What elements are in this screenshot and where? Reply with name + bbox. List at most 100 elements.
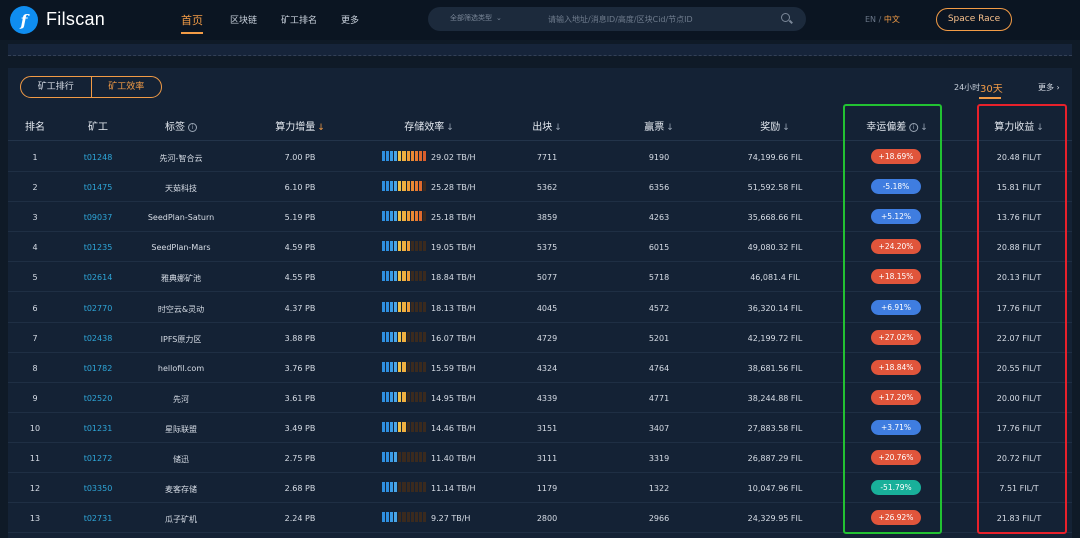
- col-storage-efficiency[interactable]: 存储效率 ↓: [404, 118, 454, 133]
- tab-miner-ranking[interactable]: 矿工排行: [21, 77, 91, 97]
- nav-home[interactable]: 首页: [181, 12, 203, 28]
- tag-cell: 星际联盟: [165, 424, 197, 434]
- table-row[interactable]: 7 t02438 IPFS原力区 3.88 PB 16.07 TB/H 4729…: [8, 323, 1072, 353]
- miner-id-link[interactable]: t02770: [84, 304, 113, 313]
- miner-id-link[interactable]: t02520: [84, 394, 113, 403]
- table-row[interactable]: 12 t03350 麦客存储 2.68 PB 11.14 TB/H 1179 1…: [8, 473, 1072, 504]
- col-blocks[interactable]: 出块 ↓: [532, 118, 562, 133]
- power-yield-cell: 20.72 FIL/T: [996, 454, 1042, 463]
- efficiency-bar-segment: [394, 181, 398, 192]
- period-24h[interactable]: 24小时: [954, 82, 980, 93]
- table-row[interactable]: 11 t01272 储迅 2.75 PB 11.40 TB/H 3111 331…: [8, 443, 1072, 473]
- miner-id-link[interactable]: t01231: [84, 424, 113, 433]
- search-input[interactable]: [548, 10, 768, 28]
- efficiency-bar: [382, 271, 427, 282]
- col-yield-label: 算力收益: [994, 122, 1035, 133]
- lang-zh[interactable]: 中文: [884, 15, 900, 24]
- blocks-cell: 4324: [536, 363, 558, 373]
- col-power-yield[interactable]: 算力收益 ↓: [994, 118, 1044, 133]
- table-row[interactable]: 1 t01248 先河-智合云 7.00 PB 29.02 TB/H 7711 …: [8, 142, 1072, 172]
- miner-id-link[interactable]: t02614: [84, 273, 113, 282]
- space-race-button[interactable]: Space Race: [936, 8, 1012, 31]
- table-row[interactable]: 13 t02731 瓜子矿机 2.24 PB 9.27 TB/H 2800 29…: [8, 503, 1072, 534]
- efficiency-bar-segment: [406, 452, 410, 462]
- period-30d[interactable]: 30天: [980, 80, 1003, 95]
- info-icon[interactable]: i: [909, 123, 919, 132]
- efficiency-bar-segment: [422, 241, 427, 252]
- sort-icon[interactable]: ↓: [782, 123, 790, 133]
- power-yield-cell: 21.83 FIL/T: [996, 514, 1042, 524]
- miner-id-link[interactable]: t01475: [84, 183, 113, 192]
- brand-name[interactable]: Filscan: [46, 9, 105, 30]
- efficiency-bar: [382, 211, 427, 222]
- efficiency-bar-segment: [398, 452, 402, 462]
- nav-miner-ranking[interactable]: 矿工排名: [281, 13, 317, 26]
- miner-id-link[interactable]: t01782: [84, 364, 113, 373]
- col-luck-deviation[interactable]: 幸运偏差 i ↓: [866, 118, 928, 133]
- nav-more[interactable]: 更多: [341, 13, 359, 26]
- top-navbar: f Filscan 首页 区块链 矿工排名 更多 全部筛选类型 ⌄ EN / 中文…: [0, 0, 1080, 40]
- table-row[interactable]: 6 t02770 时空云&灵动 4.37 PB 18.13 TB/H 4045 …: [8, 293, 1072, 323]
- language-switch[interactable]: EN / 中文: [865, 14, 900, 25]
- efficiency-bar-segment: [402, 271, 406, 282]
- search-icon[interactable]: [781, 13, 790, 22]
- miner-id-link[interactable]: t01272: [84, 454, 113, 463]
- table-row[interactable]: 10 t01231 星际联盟 3.49 PB 14.46 TB/H 3151 3…: [8, 413, 1072, 443]
- rank-cell: 12: [29, 484, 41, 494]
- sort-icon[interactable]: ↓: [554, 123, 562, 133]
- efficiency-bar-segment: [418, 482, 422, 493]
- efficiency-bar: [382, 241, 427, 252]
- miner-id-link[interactable]: t01248: [84, 153, 113, 162]
- col-power-increase[interactable]: 算力增量 ↓: [275, 118, 325, 133]
- efficiency-bar-segment: [410, 482, 414, 493]
- tag-cell: 雅典娜矿池: [161, 274, 201, 284]
- efficiency-bar: [382, 181, 427, 192]
- col-wins[interactable]: 赢票 ↓: [644, 118, 674, 133]
- sort-icon[interactable]: ↓: [666, 123, 674, 133]
- blocks-cell: 5375: [536, 243, 558, 253]
- miner-id-link[interactable]: t01235: [84, 243, 113, 252]
- table-row[interactable]: 4 t01235 SeedPlan-Mars 4.59 PB 19.05 TB/…: [8, 232, 1072, 263]
- sort-icon[interactable]: ↓: [920, 123, 928, 133]
- luck-deviation-badge: +24.20%: [871, 239, 921, 255]
- rank-cell: 7: [32, 333, 38, 343]
- reward-cell: 24,329.95 FIL: [747, 514, 803, 524]
- nav-blockchain[interactable]: 区块链: [230, 13, 257, 26]
- tab-miner-efficiency[interactable]: 矿工效率: [90, 77, 162, 97]
- wins-cell: 4572: [648, 303, 670, 313]
- filscan-logo-icon[interactable]: f: [10, 6, 38, 34]
- lang-en[interactable]: EN: [865, 15, 876, 24]
- miner-id-link[interactable]: t02731: [84, 514, 113, 523]
- efficiency-bar-segment: [390, 361, 394, 372]
- tag-cell: 麦客存储: [165, 485, 197, 495]
- blocks-cell: 5362: [536, 183, 558, 193]
- table-row[interactable]: 8 t01782 hellofil.com 3.76 PB 15.59 TB/H…: [8, 353, 1072, 383]
- sort-desc-icon[interactable]: ↓: [317, 123, 325, 133]
- search-type-select[interactable]: 全部筛选类型 ⌄: [450, 13, 502, 23]
- miner-id-link[interactable]: t02438: [84, 334, 113, 343]
- table-row[interactable]: 2 t01475 天茹科技 6.10 PB 25.28 TB/H 5362 63…: [8, 172, 1072, 203]
- more-link[interactable]: 更多 ›: [1038, 82, 1060, 93]
- table-row[interactable]: 3 t09037 SeedPlan-Saturn 5.19 PB 25.18 T…: [8, 202, 1072, 233]
- efficiency-bar: [382, 452, 427, 462]
- col-reward[interactable]: 奖励 ↓: [760, 118, 790, 133]
- info-icon[interactable]: i: [188, 123, 197, 132]
- table-row[interactable]: 5 t02614 雅典娜矿池 4.55 PB 18.84 TB/H 5077 5…: [8, 262, 1072, 293]
- sort-icon[interactable]: ↓: [1036, 123, 1044, 133]
- efficiency-bar-segment: [418, 331, 422, 342]
- table-row[interactable]: 9 t02520 先河 3.61 PB 14.95 TB/H 4339 4771…: [8, 383, 1072, 413]
- efficiency-value: 9.27 TB/H: [431, 514, 471, 524]
- sort-icon[interactable]: ↓: [446, 123, 454, 133]
- miner-id-link[interactable]: t09037: [84, 213, 113, 222]
- reward-cell: 46,081.4 FIL: [750, 273, 800, 283]
- efficiency-bar-segment: [406, 211, 410, 222]
- efficiency-value: 14.95 TB/H: [431, 393, 476, 403]
- efficiency-bar-segment: [394, 361, 398, 372]
- miner-id-link[interactable]: t03350: [84, 484, 113, 493]
- efficiency-bar-segment: [422, 482, 427, 493]
- reward-cell: 27,883.58 FIL: [747, 423, 803, 433]
- efficiency-bar-segment: [394, 452, 398, 462]
- efficiency-value: 29.02 TB/H: [431, 153, 476, 162]
- search-type-label: 全部筛选类型: [450, 14, 492, 22]
- lang-separator: /: [878, 15, 882, 24]
